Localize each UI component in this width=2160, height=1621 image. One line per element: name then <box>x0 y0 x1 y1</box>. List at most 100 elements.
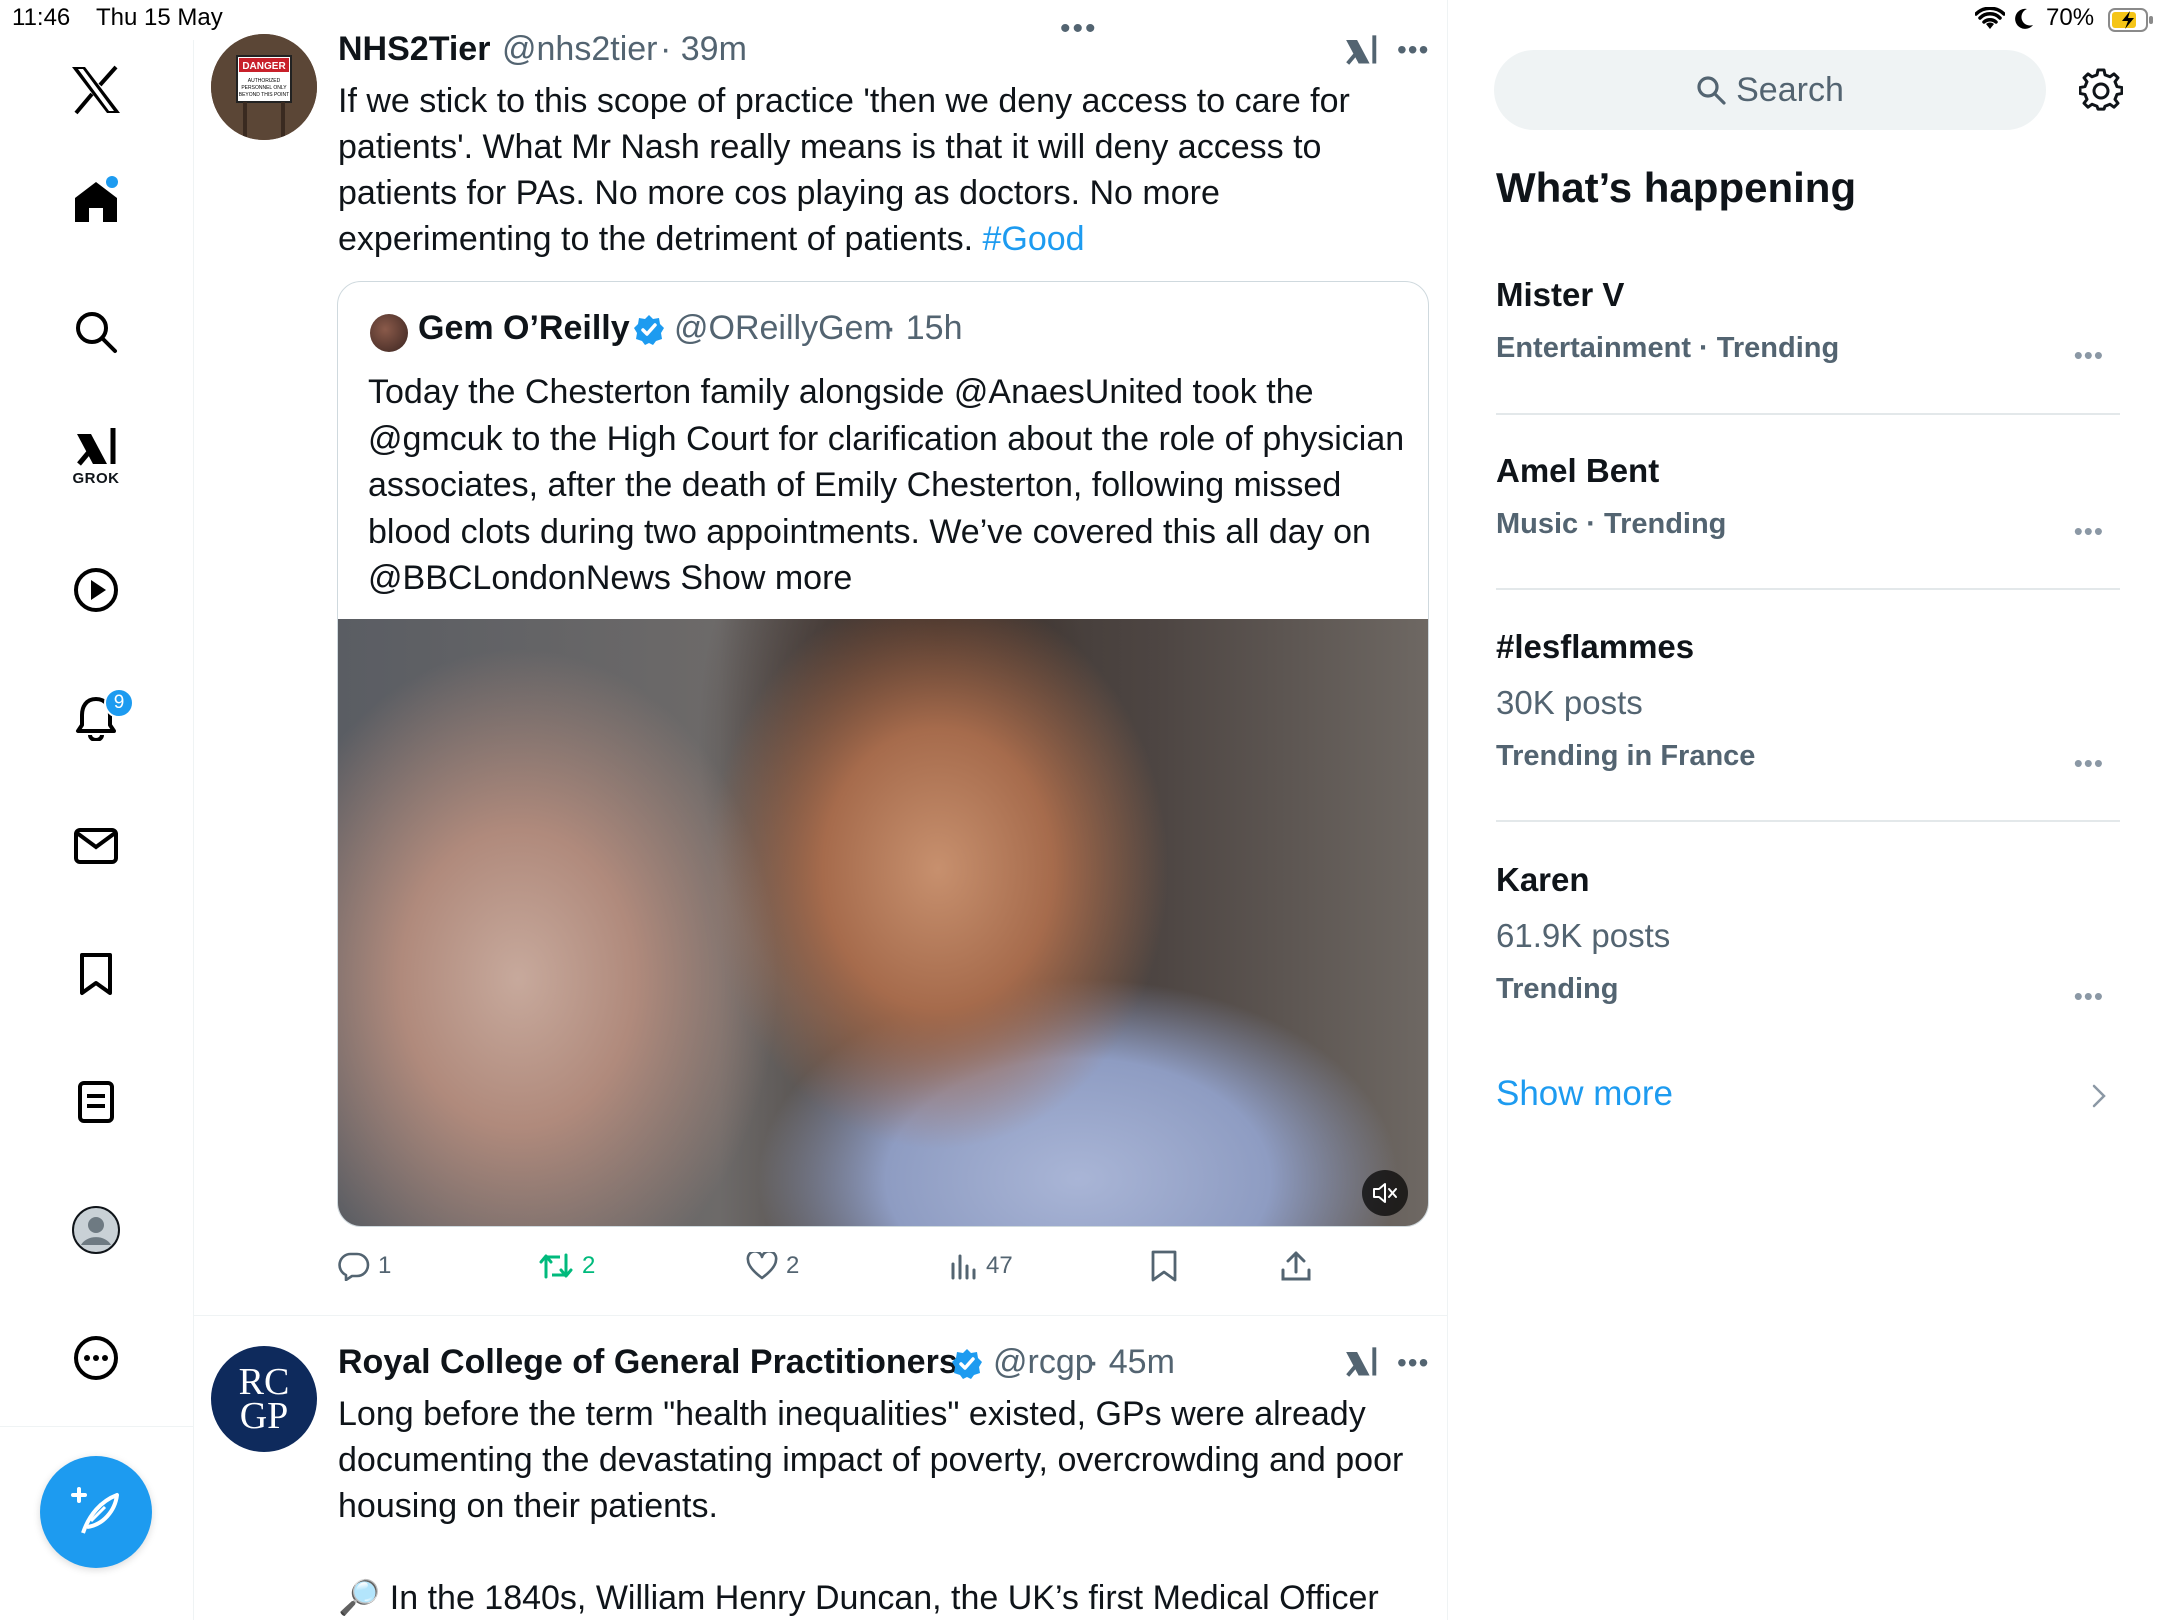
trend-item[interactable]: Mister V Entertainment · Trending ••• <box>1496 276 2120 370</box>
tweet-time[interactable]: · 39m <box>660 30 747 69</box>
reply-count: 1 <box>378 1252 392 1279</box>
settings-gear-icon[interactable] <box>2079 68 2123 112</box>
repost-button[interactable]: 2 <box>538 1244 595 1288</box>
show-more-link[interactable]: Show more <box>1496 1074 2120 1122</box>
grok-explain-icon[interactable] <box>1343 1345 1379 1381</box>
repost-icon <box>538 1251 574 1281</box>
share-button[interactable] <box>1280 1244 1312 1288</box>
trend-meta: Trending in France <box>1496 740 1756 772</box>
trend-divider <box>1496 413 2120 415</box>
multitasking-dots[interactable]: ••• <box>1060 12 1098 46</box>
trend-more-icon[interactable]: ••• <box>2074 340 2104 371</box>
bookmark-icon <box>1150 1250 1178 1282</box>
like-button[interactable]: 2 <box>746 1244 799 1288</box>
tweet-divider <box>193 1315 1447 1316</box>
like-count: 2 <box>786 1252 800 1279</box>
notifications-bell-icon[interactable]: 9 <box>66 688 134 748</box>
quote-video[interactable] <box>338 619 1428 1226</box>
nav-divider <box>0 1426 193 1427</box>
profile-avatar-icon[interactable] <box>66 1200 126 1260</box>
trend-item[interactable]: Karen 61.9K posts Trending ••• <box>1496 861 2120 1011</box>
tweet-body: If we stick to this scope of practice 't… <box>338 78 1428 262</box>
grok-label: GROK <box>72 470 120 487</box>
trend-more-icon[interactable]: ••• <box>2074 748 2104 779</box>
search-icon[interactable] <box>66 302 126 362</box>
speaker-muted-icon <box>1372 1181 1398 1205</box>
tweet-text-paragraph-1: Long before the term "health inequalitie… <box>338 1395 1404 1525</box>
grok-explain-icon[interactable] <box>1343 33 1379 69</box>
messages-envelope-icon[interactable] <box>66 816 126 876</box>
quote-author-name[interactable]: Gem O’Reilly <box>418 309 630 348</box>
repost-count: 2 <box>582 1252 596 1279</box>
whats-happening-heading: What’s happening <box>1496 164 1857 211</box>
share-upload-icon <box>1280 1250 1312 1282</box>
quoted-post-card[interactable]: Gem O’Reilly @OReillyGem · 15h Today the… <box>337 281 1429 1227</box>
tweet-author-handle[interactable]: @nhs2tier <box>502 30 657 69</box>
reply-button[interactable]: 1 <box>338 1244 391 1288</box>
trend-title: Mister V <box>1496 276 1625 313</box>
tweet-time[interactable]: · 45m <box>1088 1343 1175 1382</box>
avatar-rcgp-line1: RC <box>238 1361 290 1403</box>
bookmarks-icon[interactable] <box>66 944 126 1004</box>
battery-charging-icon <box>2108 8 2154 32</box>
tweet-more-icon[interactable]: ••• <box>1397 34 1429 66</box>
left-nav: GROK 9 <box>0 40 194 1620</box>
search-input[interactable]: Search <box>1494 50 2046 130</box>
trend-more-icon[interactable]: ••• <box>2074 516 2104 547</box>
avatar-sign-danger: DANGER <box>242 61 286 72</box>
x-logo-icon[interactable] <box>66 60 126 120</box>
show-more-label: Show more <box>1496 1074 1674 1113</box>
tweet-more-icon[interactable]: ••• <box>1397 1347 1429 1379</box>
avatar-sign-line3: BEYOND THIS POINT <box>239 92 289 98</box>
tweet-text: If we stick to this scope of practice 't… <box>338 82 1350 258</box>
trend-more-icon[interactable]: ••• <box>2074 981 2104 1012</box>
home-unread-dot <box>106 176 118 188</box>
trend-post-count: 30K posts <box>1496 684 1643 721</box>
views-bar-chart-icon <box>950 1252 978 1280</box>
trend-meta: Trending <box>1496 973 1619 1005</box>
trend-item[interactable]: #lesflammes 30K posts Trending in France… <box>1496 628 2120 778</box>
avatar-sign-line2: PERSONNEL ONLY <box>241 85 287 91</box>
avatar-rcgp[interactable]: RC GP <box>211 1346 317 1452</box>
trend-title: Amel Bent <box>1496 452 1660 489</box>
lists-icon[interactable] <box>66 1072 126 1132</box>
notifications-badge: 9 <box>104 688 134 718</box>
status-time: 11:46 <box>12 4 71 31</box>
tweet-author-name[interactable]: NHS2Tier <box>338 30 490 69</box>
quote-author-handle[interactable]: @OReillyGem <box>674 309 892 348</box>
views-count: 47 <box>986 1252 1013 1279</box>
search-placeholder: Search <box>1736 70 1844 109</box>
reply-icon <box>338 1251 370 1281</box>
trend-meta: Entertainment · Trending <box>1496 332 1840 364</box>
trend-title: #lesflammes <box>1496 628 1695 665</box>
video-play-icon[interactable] <box>66 560 126 620</box>
trend-meta: Music · Trending <box>1496 508 1727 540</box>
quote-text: Today the Chesterton family alongside @A… <box>368 373 1405 597</box>
mute-video-button[interactable] <box>1362 1170 1408 1216</box>
hashtag-link[interactable]: #Good <box>982 220 1084 258</box>
tweet-author-handle[interactable]: @rcgp <box>993 1343 1094 1382</box>
avatar-rcgp-line2: GP <box>239 1395 289 1437</box>
quote-time: · 15h <box>885 309 963 347</box>
compose-post-button[interactable] <box>40 1456 152 1568</box>
avatar-nhs2tier[interactable]: DANGER AUTHORIZED PERSONNEL ONLY BEYOND … <box>211 34 317 140</box>
bookmark-button[interactable] <box>1150 1244 1178 1288</box>
tweet-text-paragraph-2: 🔎 In the 1840s, William Henry Duncan, th… <box>338 1579 1379 1617</box>
trend-title: Karen <box>1496 861 1590 898</box>
search-icon <box>1696 75 1726 105</box>
battery-percent: 70% <box>2046 4 2095 31</box>
tweet-author-name[interactable]: Royal College of General Practitioners <box>338 1343 958 1382</box>
views-button[interactable]: 47 <box>950 1244 1013 1288</box>
compose-feather-icon <box>69 1485 123 1539</box>
grok-icon[interactable]: GROK <box>66 426 126 506</box>
quote-author-avatar[interactable] <box>370 314 408 352</box>
more-options-icon[interactable] <box>66 1328 126 1388</box>
heart-icon <box>746 1252 778 1280</box>
trend-item[interactable]: Amel Bent Music · Trending ••• <box>1496 452 2120 546</box>
trend-divider <box>1496 588 2120 590</box>
verified-badge-icon <box>951 1348 983 1380</box>
moon-icon <box>2013 7 2035 31</box>
home-icon[interactable] <box>66 172 126 232</box>
wifi-icon <box>1975 7 2005 31</box>
trend-post-count: 61.9K posts <box>1496 917 1671 954</box>
